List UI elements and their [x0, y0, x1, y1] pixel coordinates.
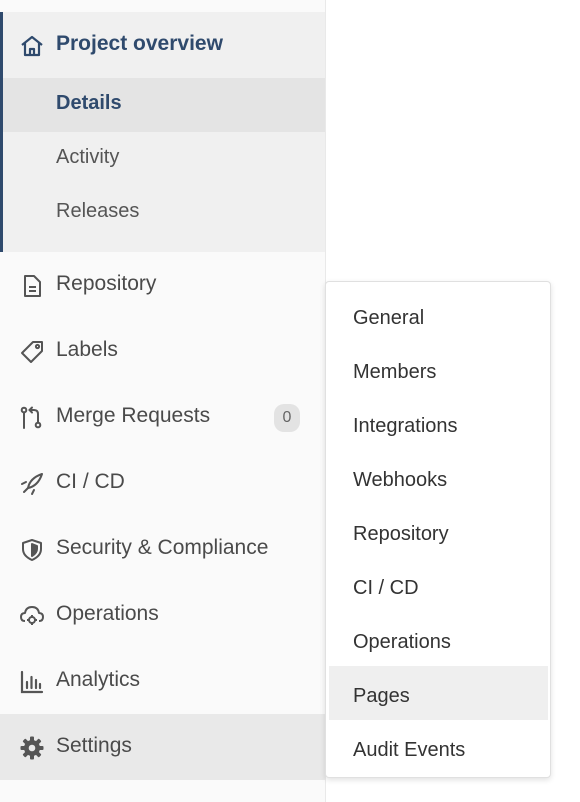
sidebar-item-security-compliance[interactable]: Security & Compliance	[0, 516, 325, 582]
sidebar-item-label: Analytics	[56, 668, 141, 691]
cloud-gear-icon	[19, 603, 45, 629]
sidebar-item-analytics[interactable]: Analytics	[0, 648, 325, 714]
project-overview-group: Project overview Details Activity Releas…	[0, 12, 325, 252]
flyout-item-pages[interactable]: Pages	[329, 666, 548, 720]
sidebar-subitem-details[interactable]: Details	[3, 78, 325, 132]
flyout-item-label: Pages	[353, 685, 410, 707]
gear-icon	[19, 735, 45, 761]
sidebar-item-label: Operations	[56, 602, 159, 625]
flyout-item-label: Webhooks	[353, 469, 448, 491]
flyout-item-label: General	[353, 307, 425, 329]
sidebar-item-repository[interactable]: Repository	[0, 252, 325, 318]
flyout-item-audit-events[interactable]: Audit Events	[329, 720, 548, 774]
sidebar-item-labels[interactable]: Labels	[0, 318, 325, 384]
sidebar-item-merge-requests[interactable]: Merge Requests 0	[0, 384, 325, 450]
sidebar-item-label: CI / CD	[56, 470, 125, 493]
rocket-icon	[19, 471, 45, 497]
sidebar-item-label: Security & Compliance	[56, 536, 269, 559]
flyout-item-label: Operations	[353, 631, 451, 653]
flyout-item-ci-cd[interactable]: CI / CD	[329, 558, 548, 612]
flyout-item-label: Audit Events	[353, 739, 466, 761]
document-icon	[19, 273, 45, 299]
sidebar-item-project-overview[interactable]: Project overview	[3, 12, 325, 78]
merge-request-icon	[19, 405, 45, 431]
sidebar-item-ci-cd[interactable]: CI / CD	[0, 450, 325, 516]
flyout-item-label: Integrations	[353, 415, 458, 437]
sidebar-item-label: Repository	[56, 272, 157, 295]
label-tag-icon	[19, 339, 45, 365]
sidebar-subitem-label: Activity	[56, 146, 120, 168]
home-icon	[20, 34, 44, 58]
shield-icon	[19, 537, 45, 563]
flyout-item-label: CI / CD	[353, 577, 419, 599]
flyout-item-repository[interactable]: Repository	[329, 504, 548, 558]
bar-chart-icon	[19, 669, 45, 695]
flyout-item-webhooks[interactable]: Webhooks	[329, 450, 548, 504]
merge-requests-count-badge: 0	[274, 404, 300, 432]
sidebar-subitem-activity[interactable]: Activity	[3, 132, 325, 186]
sidebar-item-label: Merge Requests	[56, 404, 211, 427]
sidebar-item-settings[interactable]: Settings	[0, 714, 325, 780]
flyout-item-operations[interactable]: Operations	[329, 612, 548, 666]
flyout-item-integrations[interactable]: Integrations	[329, 396, 548, 450]
sidebar-item-label: Project overview	[56, 32, 223, 55]
sidebar-subitem-label: Details	[56, 92, 122, 114]
sidebar-item-operations[interactable]: Operations	[0, 582, 325, 648]
flyout-item-general[interactable]: General	[329, 288, 548, 342]
sidebar-item-label: Settings	[56, 734, 132, 757]
flyout-item-label: Repository	[353, 523, 449, 545]
flyout-item-members[interactable]: Members	[329, 342, 548, 396]
settings-flyout-menu: General Members Integrations Webhooks Re…	[325, 281, 551, 778]
sidebar: Project overview Details Activity Releas…	[0, 0, 326, 802]
sidebar-subitem-label: Releases	[56, 200, 140, 222]
sidebar-item-label: Labels	[56, 338, 118, 361]
flyout-item-label: Members	[353, 361, 437, 383]
sidebar-subitem-releases[interactable]: Releases	[3, 186, 325, 240]
